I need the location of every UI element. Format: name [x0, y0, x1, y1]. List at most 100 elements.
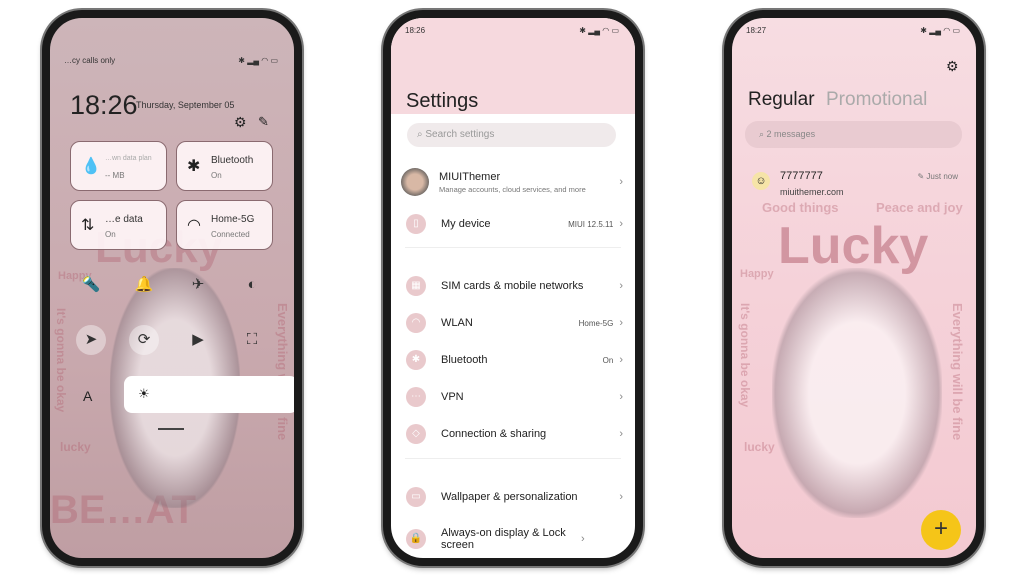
wifi-icon: ◠ [187, 217, 201, 234]
settings-item-sim[interactable]: ▦ SIM cards & mobile networks › [391, 268, 635, 304]
vpn-icon: ⋯ [406, 387, 426, 407]
item-label: WLAN [441, 317, 473, 329]
phone-control-center: Lucky Happy It's gonna be okay Everythin… [42, 10, 302, 566]
tile-sub: On [105, 230, 116, 239]
message-time-text: Just now [926, 172, 958, 181]
wallpaper-text: Good things [762, 200, 839, 215]
search-placeholder: 2 messages [766, 129, 816, 139]
message-preview: miuithemer.com [780, 187, 844, 197]
brightness-slider[interactable]: ☀ [124, 376, 294, 413]
mobile-data-icon: ⇅ [81, 217, 95, 234]
account-row[interactable]: MIUIThemer Manage accounts, cloud service… [391, 164, 635, 200]
settings-item-vpn[interactable]: ⋯ VPN › [391, 379, 635, 415]
message-sender: 7777777 [780, 170, 823, 182]
settings-item-connection[interactable]: ◇ Connection & sharing › [391, 416, 635, 452]
settings-item-lock-screen[interactable]: 🔒 Always-on display & Lock screen › [391, 521, 635, 557]
message-time: ✎ Just now [917, 172, 958, 181]
date: Thursday, September 05 [136, 100, 235, 110]
message-row[interactable]: ☺ 7777777 miuithemer.com ✎ Just now [732, 166, 976, 202]
tile-title: …wn data plan [105, 155, 152, 162]
rotation-lock-icon[interactable]: ⟳ [129, 325, 159, 355]
sun-icon: ☀ [138, 386, 150, 401]
item-label: SIM cards & mobile networks [441, 280, 584, 292]
status-text: …cy calls only [64, 56, 116, 65]
tile-mobile-data[interactable]: ⇅ …e data On [70, 200, 167, 250]
search-placeholder: Search settings [425, 129, 495, 140]
tile-title: …e data [105, 214, 143, 225]
wallpaper-text: Peace and joy [876, 200, 963, 215]
video-camera-icon[interactable]: ▶ [183, 325, 213, 355]
clock: 18:26 [70, 90, 138, 120]
dark-mode-icon[interactable]: ◐ [237, 270, 267, 300]
wallpaper-icon: ▭ [406, 487, 426, 507]
bluetooth-icon: ✱ [406, 350, 426, 370]
account-name: MIUIThemer [439, 170, 501, 183]
phone-messages: Good things Peace and joy Lucky Happy It… [724, 10, 984, 566]
screenshot-icon[interactable]: ⛶ [237, 325, 267, 355]
item-label: Always-on display & Lock screen [441, 527, 566, 551]
status-icons: ✱ ▂▄ ◠ ▭ [238, 56, 278, 65]
item-value: On [602, 355, 614, 365]
sim-card-icon: ▦ [406, 276, 426, 296]
water-drop-icon: 💧 [81, 158, 101, 175]
tile-sub: -- MB [105, 171, 125, 180]
settings-gear-icon[interactable]: ⚙ [946, 58, 959, 75]
wallpaper-text: Happy [740, 268, 774, 280]
tile-title: Home-5G [211, 214, 255, 225]
control-center-screen: Lucky Happy It's gonna be okay Everythin… [50, 18, 294, 558]
item-label: Wallpaper & personalization [441, 491, 578, 503]
wallpaper-text: It's gonna be okay [738, 303, 752, 408]
flashlight-icon[interactable]: 🔦 [76, 270, 106, 300]
status-time: 18:26 [405, 26, 426, 35]
status-icons: ✱ ▂▄ ◠ ▭ [579, 26, 619, 35]
lock-icon: 🔒 [406, 529, 426, 549]
share-icon: ◇ [406, 424, 426, 444]
item-value: MIUI 12.5.11 [568, 219, 614, 229]
tile-wifi[interactable]: ◠ Home-5G Connected [176, 200, 273, 250]
location-icon[interactable]: ➤ [76, 325, 106, 355]
item-label: My device [441, 218, 491, 230]
wallpaper-text: It's gonna be okay [54, 308, 68, 413]
status-time: 18:27 [746, 26, 767, 35]
settings-item-wallpaper[interactable]: ▭ Wallpaper & personalization › [391, 479, 635, 515]
auto-brightness-label[interactable]: A [83, 388, 92, 404]
tile-title: Bluetooth [211, 155, 254, 166]
search-input[interactable]: ⌕ 2 messages [745, 121, 962, 148]
phone-icon: ▯ [406, 214, 426, 234]
item-value: Home-5G [578, 318, 614, 328]
settings-item-bluetooth[interactable]: ✱ Bluetooth On › [391, 342, 635, 378]
airplane-icon[interactable]: ✈ [183, 270, 213, 300]
messages-screen: Good things Peace and joy Lucky Happy It… [732, 18, 976, 558]
wallpaper-text: Everything will be fine [275, 303, 290, 441]
compose-button[interactable]: + [921, 510, 961, 550]
page-title: Settings [406, 90, 479, 112]
tile-sub: On [211, 171, 222, 180]
wallpaper-text: lucky [744, 440, 775, 454]
tile-data-plan[interactable]: 💧 …wn data plan -- MB [70, 141, 167, 191]
wallpaper-text: Lucky [778, 217, 929, 275]
tile-sub: Connected [211, 230, 250, 239]
item-label: VPN [441, 391, 464, 403]
wallpaper-text: lucky [60, 440, 91, 454]
tab-regular[interactable]: Regular [748, 89, 815, 111]
wifi-icon: ◠ [406, 313, 426, 333]
item-label: Bluetooth [441, 354, 488, 366]
bell-icon[interactable]: 🔔 [129, 270, 159, 300]
drag-handle[interactable] [158, 428, 184, 430]
settings-screen: 18:26 ✱ ▂▄ ◠ ▭ Settings ⌕ Search settings… [391, 18, 635, 558]
smiley-avatar-icon: ☺ [752, 172, 770, 190]
status-icons: ✱ ▂▄ ◠ ▭ [920, 26, 960, 35]
settings-gear-icon[interactable]: ⚙ [234, 114, 247, 131]
settings-item-my-device[interactable]: ▯ My device MIUI 12.5.11 › [391, 206, 635, 242]
search-input[interactable]: ⌕ Search settings [407, 123, 616, 147]
edit-icon[interactable]: ✎ [258, 114, 269, 130]
search-icon: ⌕ [759, 129, 767, 139]
settings-item-wlan[interactable]: ◠ WLAN Home-5G › [391, 305, 635, 341]
phone-settings: 18:26 ✱ ▂▄ ◠ ▭ Settings ⌕ Search settings… [383, 10, 643, 566]
account-sub: Manage accounts, cloud services, and mor… [439, 184, 586, 194]
cat-illustration [772, 268, 942, 518]
tile-bluetooth[interactable]: ✱ Bluetooth On [176, 141, 273, 191]
tab-promotional[interactable]: Promotional [826, 89, 927, 111]
avatar [401, 168, 429, 196]
item-label: Connection & sharing [441, 428, 547, 440]
